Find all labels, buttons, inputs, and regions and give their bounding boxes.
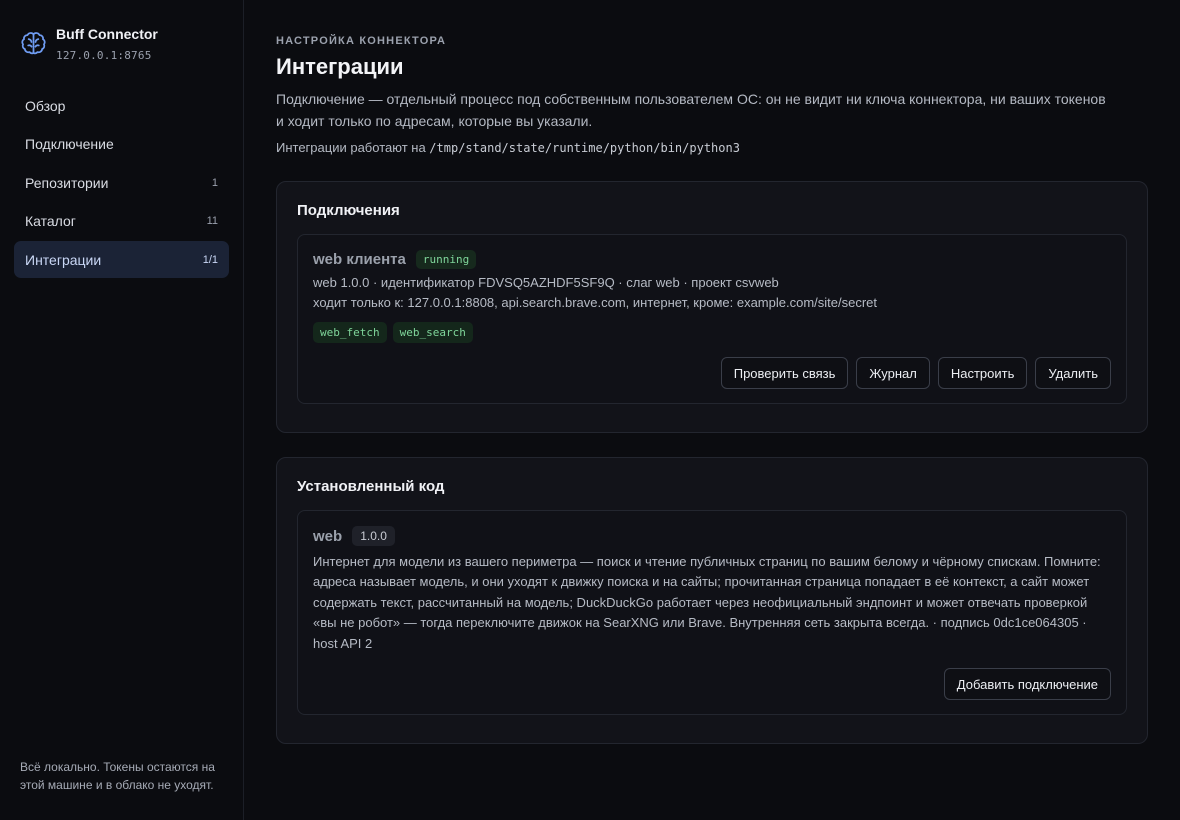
configure-button[interactable]: Настроить [937, 357, 1028, 389]
main-content: НАСТРОЙКА КОННЕКТОРА Интеграции Подключе… [244, 0, 1180, 820]
sidebar-item-repositories[interactable]: Репозитории 1 [14, 164, 229, 201]
tool-tag: web_fetch [313, 322, 387, 343]
sidebar-footer-note: Всё локально. Токены остаются на этой ма… [20, 760, 215, 792]
add-connection-button[interactable]: Добавить подключение [943, 668, 1111, 701]
connection-header: web клиента running [313, 250, 1111, 269]
server-address: 127.0.0.1:8765 [56, 49, 152, 62]
connections-title: Подключения [297, 202, 400, 219]
runtime-info: Интеграции работают на /tmp/stand/state/… [276, 140, 1148, 155]
sidebar-item-catalog[interactable]: Каталог 11 [14, 203, 229, 240]
sidebar: Buff Connector 127.0.0.1:8765 Обзор Подк… [0, 0, 244, 820]
sidebar-item-label: Обзор [25, 97, 66, 114]
sidebar-item-connection[interactable]: Подключение [14, 126, 229, 163]
runtime-label: Интеграции работают на [276, 140, 426, 155]
page-description: Подключение — отдельный процесс под собс… [276, 91, 1106, 129]
installed-code-card: Установленный код web 1.0.0 Интернет для… [276, 457, 1148, 745]
status-badge: running [415, 250, 477, 269]
check-connection-button[interactable]: Проверить связь [720, 357, 849, 389]
runtime-path: /tmp/stand/state/runtime/python/bin/pyth… [429, 141, 740, 155]
connection-meta: web 1.0.0 · идентификатор FDVSQ5AZHDF5SF… [313, 275, 779, 290]
section-eyebrow: НАСТРОЙКА КОННЕКТОРА [276, 35, 447, 47]
brand: Buff Connector 127.0.0.1:8765 [14, 0, 229, 87]
sidebar-item-label: Каталог [25, 213, 76, 229]
sidebar-item-label: Репозитории [25, 174, 109, 191]
connection-item: web клиента running web 1.0.0 · идентифи… [297, 234, 1127, 404]
tool-tag: web_search [392, 322, 473, 343]
delete-button[interactable]: Удалить [1035, 357, 1111, 389]
sidebar-item-count: 1 [211, 176, 218, 189]
package-description: Интернет для модели из вашего периметра … [313, 554, 1101, 651]
installed-code-title: Установленный код [297, 478, 445, 495]
connections-card: Подключения web клиента running web 1.0.… [276, 181, 1148, 433]
page-title: Интеграции [276, 54, 404, 79]
sidebar-item-count: 11 [206, 215, 218, 227]
package-name: web [313, 527, 343, 545]
package-item: web 1.0.0 Интернет для модели из вашего … [297, 510, 1127, 716]
tool-tags: web_fetch web_search [313, 322, 1111, 343]
log-button[interactable]: Журнал [856, 357, 930, 389]
app-name: Buff Connector [56, 26, 158, 42]
package-header: web 1.0.0 [313, 526, 1111, 546]
version-badge: 1.0.0 [352, 526, 395, 546]
sidebar-item-count: 1/1 [202, 253, 218, 266]
connection-name: web клиента [313, 251, 406, 268]
sidebar-item-integrations[interactable]: Интеграции 1/1 [14, 241, 229, 278]
connection-actions: Проверить связь Журнал Настроить Удалить [313, 357, 1111, 389]
app-window: Buff Connector 127.0.0.1:8765 Обзор Подк… [0, 0, 1180, 820]
sidebar-item-label: Интеграции [25, 251, 102, 268]
sidebar-item-overview[interactable]: Обзор [14, 87, 229, 124]
sidebar-nav: Обзор Подключение Репозитории 1 Каталог … [14, 87, 229, 278]
package-actions: Добавить подключение [313, 668, 1111, 701]
connection-allowed-hosts: ходит только к: 127.0.0.1:8808, api.sear… [313, 295, 878, 310]
sidebar-item-label: Подключение [25, 136, 114, 152]
brain-icon [21, 32, 46, 55]
